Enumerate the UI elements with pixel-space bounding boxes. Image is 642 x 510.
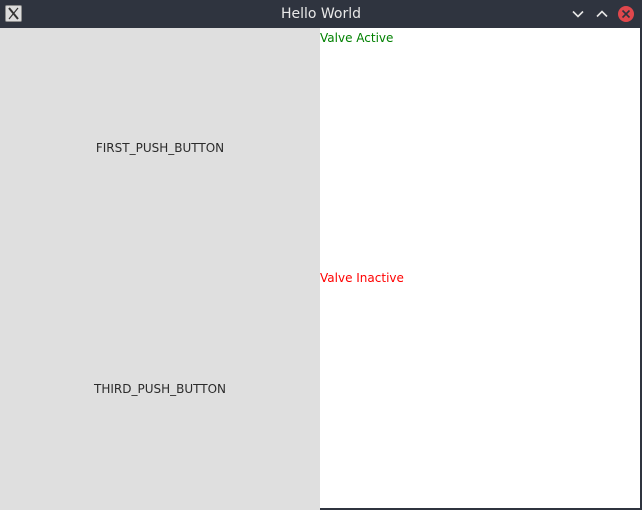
main-content: FIRST_PUSH_BUTTON THIRD_PUSH_BUTTON Valv…: [0, 28, 642, 510]
chevron-down-icon[interactable]: [569, 5, 587, 23]
app-window: Hello World FIRST_PUSH_BUTTON THIRD_PUSH…: [0, 0, 642, 510]
valve-active-label: Valve Active: [320, 31, 394, 45]
title-bar[interactable]: Hello World: [0, 0, 642, 28]
first-push-button[interactable]: FIRST_PUSH_BUTTON: [0, 28, 320, 268]
third-push-button[interactable]: THIRD_PUSH_BUTTON: [0, 268, 320, 510]
valve-inactive-label: Valve Inactive: [320, 271, 404, 285]
close-icon[interactable]: [617, 5, 635, 23]
window-title: Hello World: [280, 6, 362, 22]
chevron-up-icon[interactable]: [593, 5, 611, 23]
